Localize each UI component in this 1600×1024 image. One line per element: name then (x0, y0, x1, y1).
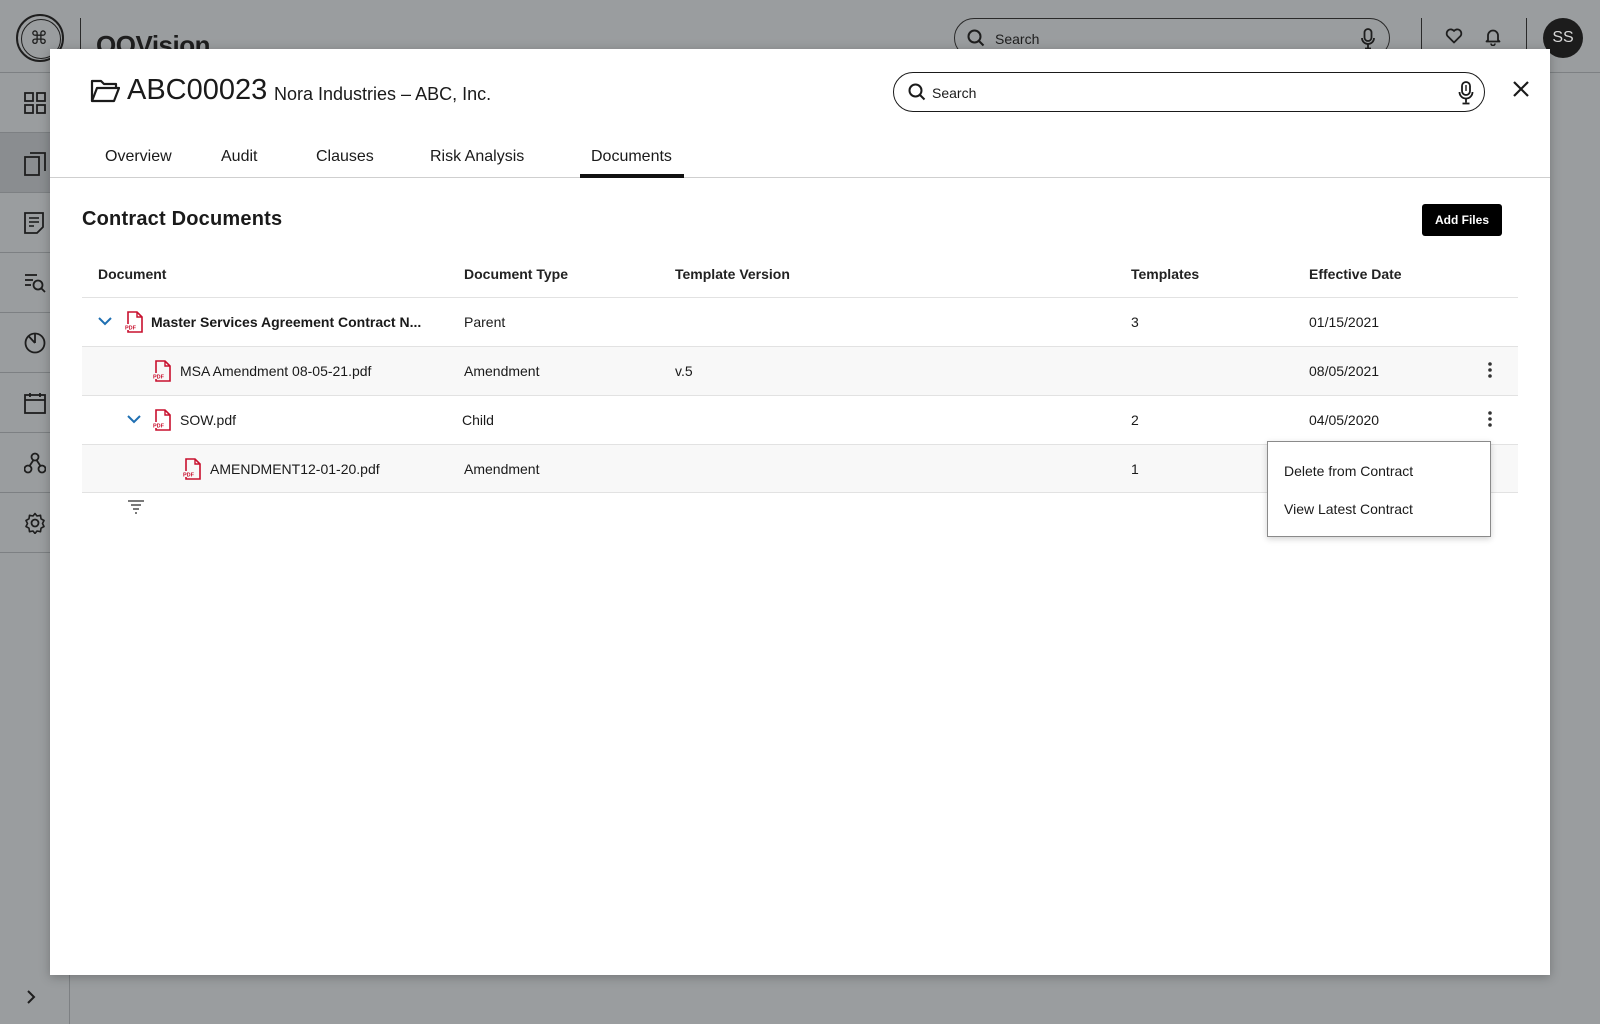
calendar-icon (24, 393, 46, 414)
gear-icon (25, 512, 45, 534)
filter-icon[interactable] (128, 500, 144, 514)
more-options-icon[interactable] (1488, 362, 1492, 378)
document-name[interactable]: Master Services Agreement Contract N... (151, 314, 421, 330)
tab-documents[interactable]: Documents (591, 148, 672, 166)
folder-open-icon (90, 79, 120, 103)
templates-count: 1 (1131, 461, 1139, 477)
documents-icon (24, 152, 46, 176)
table-row[interactable]: PDF MSA Amendment 08-05-21.pdf Amendment… (82, 346, 1518, 395)
add-files-button[interactable]: Add Files (1422, 204, 1502, 236)
tab-bar: Overview Audit Clauses Risk Analysis Doc… (50, 131, 1550, 178)
report-icon (24, 212, 44, 234)
list-search-icon (25, 274, 46, 293)
chevron-down-icon[interactable] (98, 317, 112, 326)
tab-risk-analysis[interactable]: Risk Analysis (430, 148, 524, 166)
svg-text:PDF: PDF (125, 326, 137, 332)
pdf-file-icon: PDF (124, 311, 143, 333)
chevron-down-icon[interactable] (127, 415, 141, 424)
pdf-file-icon: PDF (152, 409, 171, 431)
company-name: Nora Industries – ABC, Inc. (274, 84, 492, 104)
tab-audit[interactable]: Audit (221, 148, 257, 166)
document-type: Amendment (464, 461, 540, 477)
tab-overview[interactable]: Overview (105, 148, 172, 166)
document-type: Parent (464, 314, 506, 330)
pdf-file-icon: PDF (182, 458, 201, 480)
contract-modal: ABC00023 Nora Industries – ABC, Inc. Ove… (50, 49, 1550, 975)
active-tab-indicator (580, 174, 684, 178)
chevron-right-icon[interactable] (26, 990, 36, 1004)
modal-search-input[interactable] (932, 81, 1432, 105)
table-row[interactable]: PDF Master Services Agreement Contract N… (82, 297, 1518, 346)
table-row[interactable]: PDF SOW.pdf Child 2 04/05/2020 (82, 395, 1518, 444)
document-type: Child (462, 412, 494, 428)
templates-count: 3 (1131, 314, 1139, 330)
menu-item-delete-from-contract[interactable]: Delete from Contract (1284, 463, 1413, 479)
template-version: v.5 (675, 363, 693, 379)
close-icon[interactable] (1512, 80, 1530, 98)
network-icon (24, 452, 46, 474)
command-icon: ⌘ (30, 28, 48, 48)
effective-date: 08/05/2021 (1309, 363, 1380, 379)
microphone-icon[interactable] (1458, 81, 1474, 105)
column-header-document-type[interactable]: Document Type (464, 266, 568, 282)
document-name[interactable]: AMENDMENT12-01-20.pdf (210, 461, 380, 477)
effective-date: 04/05/2020 (1309, 412, 1380, 428)
pie-chart-icon (24, 332, 46, 354)
modal-search-bar[interactable] (893, 72, 1485, 112)
search-icon (967, 29, 985, 47)
search-icon (908, 83, 926, 101)
svg-text:PDF: PDF (153, 424, 165, 430)
svg-text:PDF: PDF (183, 473, 195, 479)
templates-count: 2 (1131, 412, 1139, 428)
pdf-file-icon: PDF (152, 360, 171, 382)
tab-clauses[interactable]: Clauses (316, 148, 374, 166)
column-header-templates[interactable]: Templates (1131, 266, 1199, 282)
effective-date: 01/15/2021 (1309, 314, 1380, 330)
microphone-icon[interactable] (1361, 28, 1375, 50)
column-header-template-version[interactable]: Template Version (675, 266, 790, 282)
svg-text:PDF: PDF (153, 375, 165, 381)
grid-icon (24, 92, 46, 114)
more-options-icon[interactable] (1488, 411, 1492, 427)
row-context-menu: Delete from Contract View Latest Contrac… (1267, 441, 1491, 537)
document-name[interactable]: MSA Amendment 08-05-21.pdf (180, 363, 371, 379)
document-type: Amendment (464, 363, 540, 379)
section-title: Contract Documents (82, 208, 283, 230)
heart-icon[interactable] (1445, 28, 1463, 44)
app-search-placeholder: Search (995, 31, 1040, 47)
contract-id: ABC00023 (127, 74, 268, 106)
document-name[interactable]: SOW.pdf (180, 412, 236, 428)
column-header-effective-date[interactable]: Effective Date (1309, 266, 1402, 282)
column-header-document[interactable]: Document (98, 266, 166, 282)
menu-item-view-latest-contract[interactable]: View Latest Contract (1284, 501, 1413, 517)
bell-icon[interactable] (1485, 28, 1501, 46)
